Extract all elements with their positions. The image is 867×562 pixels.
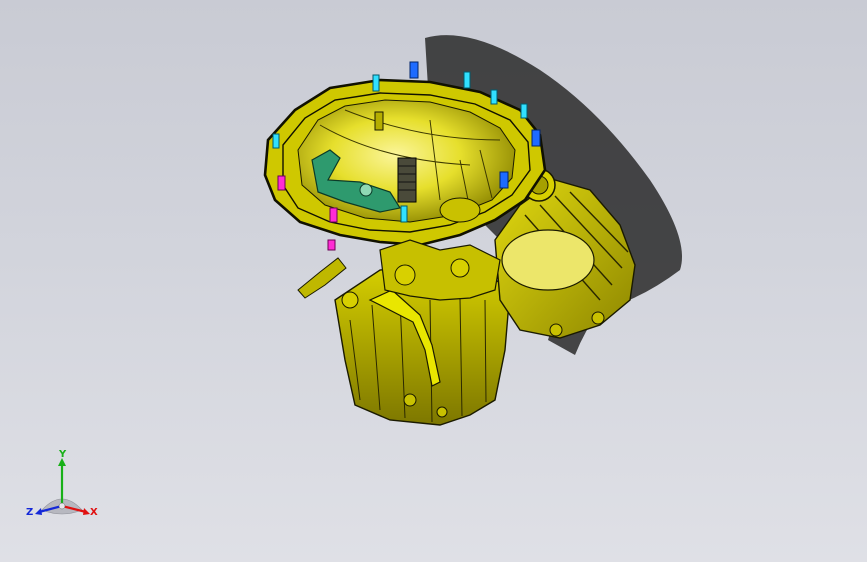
z-axis-label: Z [26, 507, 33, 518]
x-axis-arrow [83, 508, 90, 515]
input-shaft [397, 157, 417, 203]
right-bearing-seat [501, 229, 595, 291]
interior-stud [374, 111, 384, 131]
lever-pivot [359, 183, 373, 197]
z-axis-arrow [35, 508, 42, 515]
cad-viewport[interactable]: Y X Z [0, 0, 867, 562]
lower-boss [403, 393, 417, 407]
y-axis-label: Y [58, 449, 67, 460]
lower-boss-2 [436, 406, 448, 418]
interior-fork-pivot [439, 197, 481, 223]
x-axis-label: X [90, 507, 98, 518]
triad-origin [58, 502, 66, 510]
coordinate-triad: Y X Z [26, 449, 98, 518]
right-boss-2 [591, 311, 605, 325]
right-boss [549, 323, 563, 337]
gearbox-housing-model[interactable] [0, 0, 867, 562]
mid-boss [394, 264, 416, 286]
mid-boss-2 [450, 258, 470, 278]
left-boss [341, 291, 359, 309]
mount-bracket [297, 257, 347, 299]
